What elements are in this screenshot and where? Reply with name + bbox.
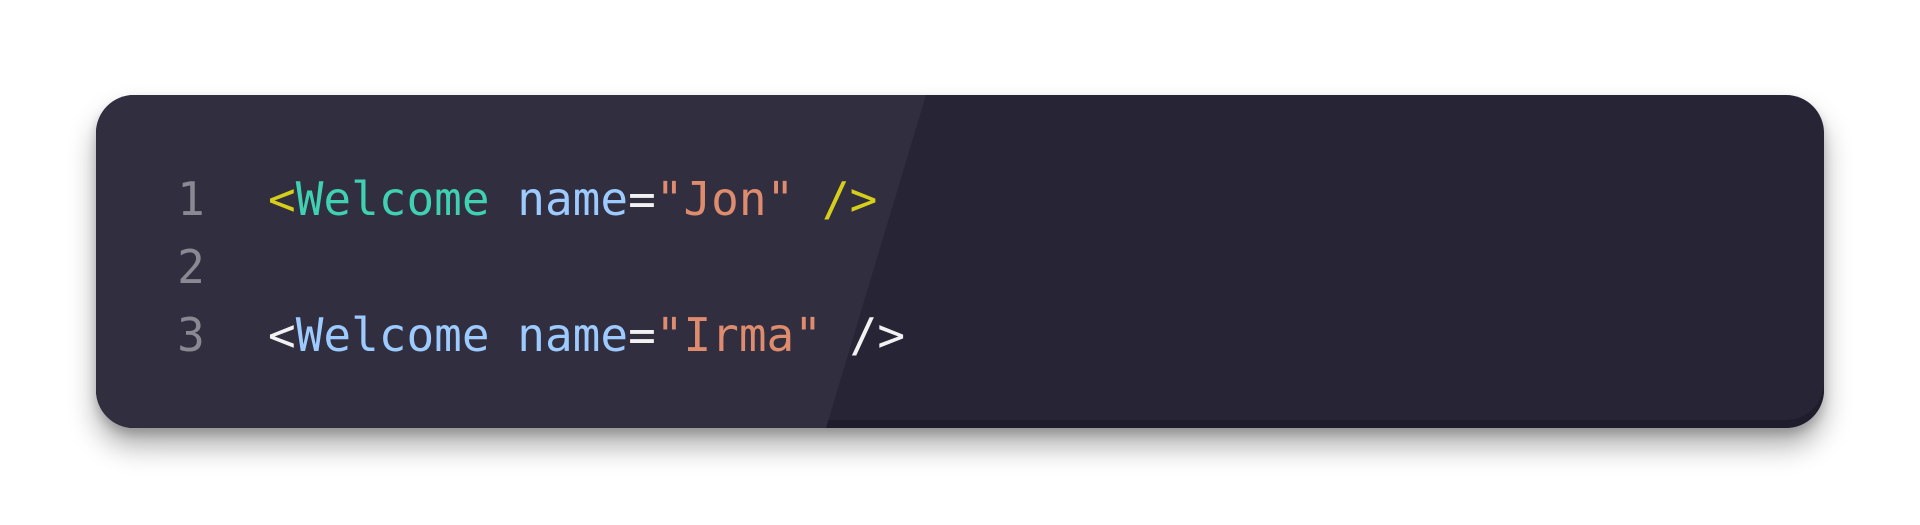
code-token: /> [821,172,878,226]
code-token: = [628,172,656,226]
code-token: name [517,308,629,362]
code-lines: 1 <Welcome name="Jon" /> 2 3 <Welcome name="… [96,165,1824,369]
code-token: = [628,308,656,362]
code-token: Welcome [295,308,490,362]
code-token: "Irma" [655,308,822,362]
code-token: name [517,172,629,226]
code-line: 1 <Welcome name="Jon" /> [96,165,1824,233]
code-line: 2 [96,233,1824,301]
line-number: 2 [177,240,205,294]
code-snippet-card: 1 <Welcome name="Jon" /> 2 3 <Welcome name="… [96,95,1824,428]
line-number: 3 [177,308,205,362]
code-token: < [268,308,296,362]
line-number: 1 [177,172,205,226]
code-token: "Jon" [655,172,795,226]
line-content: <Welcome name="Irma" /> [268,301,905,369]
code-token: < [268,172,296,226]
line-content: <Welcome name="Jon" /> [268,165,877,233]
code-token: Welcome [295,172,490,226]
code-line: 3 <Welcome name="Irma" /> [96,301,1824,369]
code-token: /> [849,308,906,362]
